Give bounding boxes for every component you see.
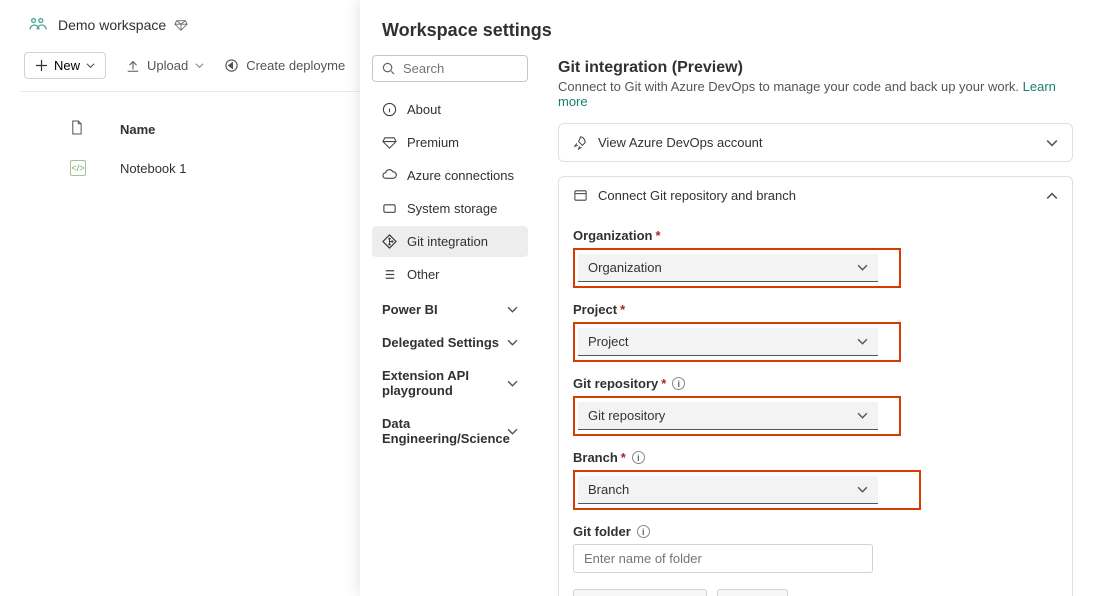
settings-content: Git integration (Preview) Connect to Git… [538, 51, 1101, 596]
info-icon[interactable]: i [637, 525, 650, 538]
premium-diamond-icon [174, 18, 188, 32]
chevron-down-icon [195, 61, 204, 70]
rocket-icon [573, 135, 588, 150]
project-label: Project * [573, 302, 1058, 317]
upload-label: Upload [147, 58, 188, 73]
card2-title: Connect Git repository and branch [598, 188, 796, 203]
card-view-devops-header[interactable]: View Azure DevOps account [559, 124, 1072, 161]
nav-about[interactable]: About [372, 94, 528, 125]
nav-system-storage[interactable]: System storage [372, 193, 528, 224]
storage-icon [382, 201, 397, 216]
chevron-down-icon [507, 426, 518, 437]
nav-git-integration[interactable]: Git integration [372, 226, 528, 257]
chevron-down-icon [857, 410, 868, 421]
chevron-down-icon [86, 61, 95, 70]
git-icon [382, 234, 397, 249]
chevron-up-icon [1046, 190, 1058, 202]
nav-premium-label: Premium [407, 135, 459, 150]
branch-label: Branch * i [573, 450, 1058, 465]
nav-other[interactable]: Other [372, 259, 528, 290]
deployment-icon [224, 58, 239, 73]
workspace-name: Demo workspace [58, 17, 166, 33]
info-icon[interactable]: i [632, 451, 645, 464]
upload-button[interactable]: Upload [126, 58, 204, 73]
git-folder-input[interactable] [573, 544, 873, 573]
cloud-icon [382, 168, 397, 183]
repo-icon [573, 188, 588, 203]
git-folder-label: Git folder i [573, 524, 1058, 539]
content-subtitle: Connect to Git with Azure DevOps to mana… [558, 79, 1073, 123]
file-type-column [70, 120, 86, 138]
upload-icon [126, 59, 140, 73]
name-column-header[interactable]: Name [120, 122, 155, 137]
chevron-down-icon [1046, 137, 1058, 149]
project-select[interactable]: Project [578, 328, 878, 356]
nav-storage-label: System storage [407, 201, 497, 216]
nav-azure-connections[interactable]: Azure connections [372, 160, 528, 191]
organization-select[interactable]: Organization [578, 254, 878, 282]
create-deployment-button[interactable]: Create deployme [224, 58, 345, 73]
section-delegated-settings[interactable]: Delegated Settings [372, 325, 528, 356]
organization-label: Organization * [573, 228, 1058, 243]
deploy-label: Create deployme [246, 58, 345, 73]
card1-title: View Azure DevOps account [598, 135, 763, 150]
git-repository-label: Git repository * i [573, 376, 1058, 391]
file-icon [70, 120, 83, 135]
workspace-icon [28, 16, 50, 34]
card-view-devops-account: View Azure DevOps account [558, 123, 1073, 162]
info-icon[interactable]: i [672, 377, 685, 390]
chevron-down-icon [857, 336, 868, 347]
chevron-down-icon [857, 484, 868, 495]
section-data-eng-science[interactable]: Data Engineering/Science [372, 406, 528, 452]
settings-nav: About Premium Azure connections System s… [360, 51, 538, 596]
chevron-down-icon [507, 304, 518, 315]
list-icon [382, 267, 397, 282]
chevron-down-icon [507, 337, 518, 348]
diamond-icon [382, 135, 397, 150]
branch-select[interactable]: Branch [578, 476, 878, 504]
plus-icon [35, 59, 48, 72]
nav-git-label: Git integration [407, 234, 488, 249]
chevron-down-icon [857, 262, 868, 273]
nav-azure-label: Azure connections [407, 168, 514, 183]
nav-other-label: Other [407, 267, 440, 282]
settings-search[interactable] [372, 55, 528, 82]
card-connect-git-header[interactable]: Connect Git repository and branch [559, 177, 1072, 214]
card-connect-git-body: Organization * Organization Project * [559, 214, 1072, 596]
git-repository-select[interactable]: Git repository [578, 402, 878, 430]
section-power-bi[interactable]: Power BI [372, 292, 528, 323]
list-item-name: Notebook 1 [120, 161, 187, 176]
notebook-icon: </> [70, 160, 86, 176]
new-button-label: New [54, 58, 80, 73]
content-title: Git integration (Preview) [558, 51, 1073, 79]
search-icon [382, 62, 395, 75]
cancel-button[interactable]: Cancel [717, 589, 787, 596]
nav-premium[interactable]: Premium [372, 127, 528, 158]
new-button[interactable]: New [24, 52, 106, 79]
info-icon [382, 102, 397, 117]
section-extension-api[interactable]: Extension API playground [372, 358, 528, 404]
chevron-down-icon [507, 378, 518, 389]
connect-and-sync-button[interactable]: Connect and sync [573, 589, 707, 596]
panel-title: Workspace settings [360, 0, 1101, 51]
card-connect-git: Connect Git repository and branch Organi… [558, 176, 1073, 596]
workspace-settings-panel: Workspace settings About Premium Azure c… [360, 0, 1101, 596]
nav-about-label: About [407, 102, 441, 117]
